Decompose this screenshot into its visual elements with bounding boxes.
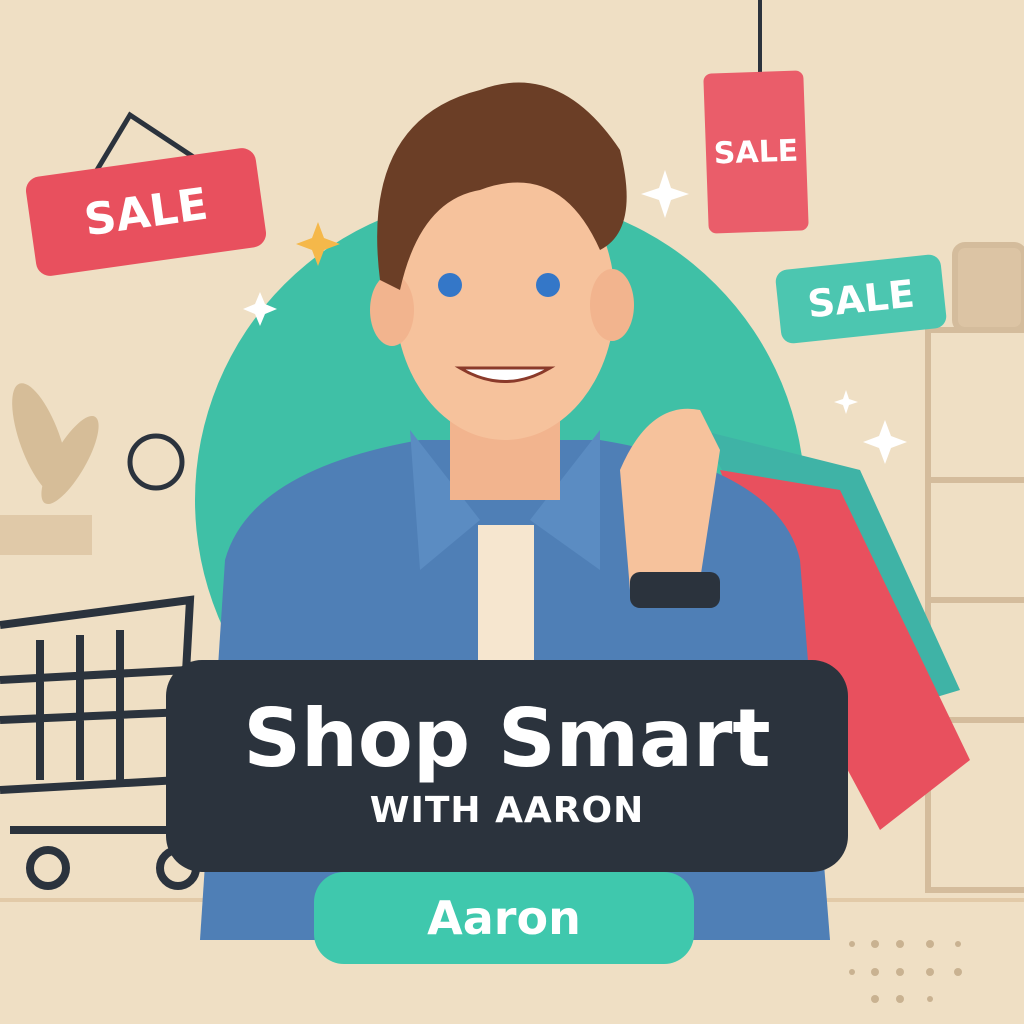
t-shirt [478,525,534,665]
ear [590,269,634,341]
name-pill: Aaron [314,872,694,964]
sale-tag-hanging: SALE [703,70,809,234]
banner-title: Shop Smart [243,692,771,785]
eye [536,273,560,297]
banner-subtitle: WITH AARON [369,790,645,831]
watch-icon [630,572,720,608]
title-banner: Shop Smart WITH AARON [166,660,848,872]
eye [438,273,462,297]
illustration: SALE SALE SALE Shop Smart WITH AARON Aar… [0,0,1024,1024]
